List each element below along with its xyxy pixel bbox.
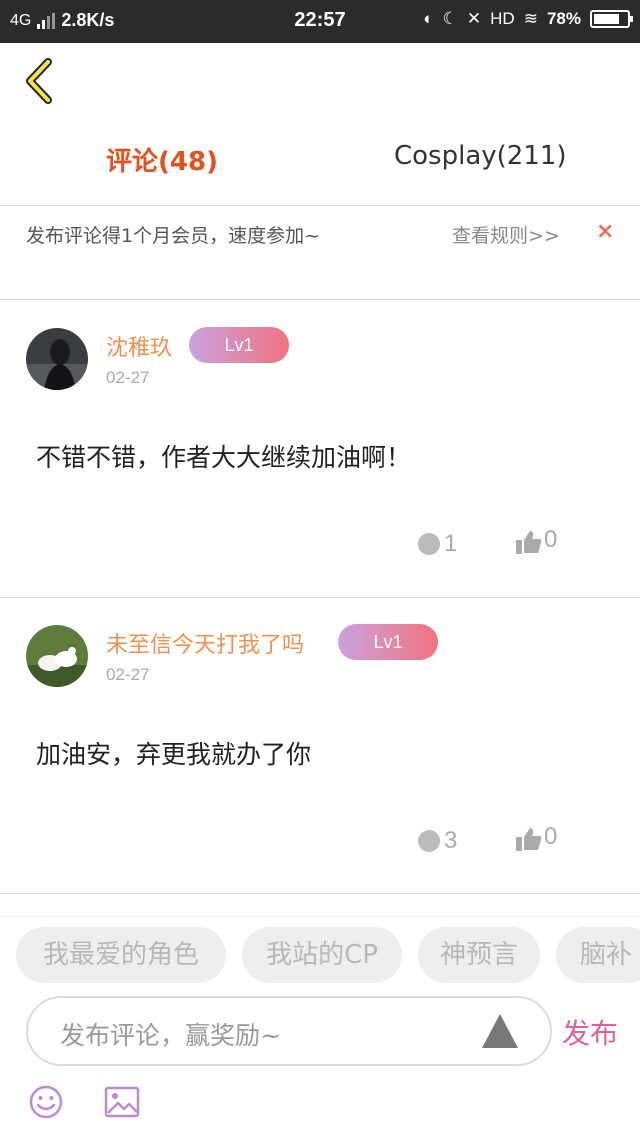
- comment-input[interactable]: 发布评论，赢奖励~: [26, 996, 552, 1066]
- publish-button[interactable]: 发布: [562, 1012, 618, 1052]
- comment-bubble-icon: [418, 830, 440, 852]
- like-button[interactable]: 0: [516, 526, 557, 554]
- quick-tags: 我最爱的角色 我站的CP 神预言 脑补: [0, 927, 640, 985]
- reply-count: 1: [444, 530, 458, 557]
- tab-comments[interactable]: 评论(48): [106, 141, 218, 178]
- like-button[interactable]: 0: [516, 823, 557, 851]
- moon-icon: ☾: [442, 9, 458, 28]
- emoji-icon[interactable]: [28, 1084, 64, 1120]
- quick-tag-chip[interactable]: 神预言: [418, 927, 540, 983]
- triangle-icon[interactable]: [482, 1014, 518, 1048]
- comment-date: 02-27: [106, 665, 150, 684]
- divider: [0, 916, 640, 917]
- battery-icon: [590, 10, 633, 28]
- comment-bubble-icon: [418, 533, 440, 555]
- hd-label: HD: [490, 9, 515, 28]
- reply-button[interactable]: 1: [418, 530, 457, 558]
- like-count: 0: [544, 526, 558, 553]
- comment-date: 02-27: [106, 368, 150, 387]
- thumbs-up-icon: [516, 531, 542, 554]
- comment-text: 加油安，弃更我就办了你: [36, 740, 312, 769]
- quick-tag-chip[interactable]: 我站的CP: [242, 927, 402, 983]
- comment-item: 未至信今天打我了吗 Lv1 02-27 加油安，弃更我就办了你 3 0: [0, 597, 640, 894]
- thumbs-up-icon: [516, 828, 542, 851]
- comment-input-placeholder: 发布评论，赢奖励~: [60, 1021, 281, 1050]
- image-icon[interactable]: [104, 1086, 140, 1118]
- comment-item: 沈稚玖 Lv1 02-27 不错不错，作者大大继续加油啊！ 1 0: [0, 300, 640, 597]
- avatar[interactable]: [26, 328, 88, 390]
- username[interactable]: 未至信今天打我了吗: [106, 627, 304, 659]
- close-icon[interactable]: ×: [596, 219, 614, 244]
- status-bar: 4G 2.8K/s 22:57 ◐ ☾ ✕ HD ≋ 78%: [0, 0, 640, 43]
- like-count: 0: [544, 823, 558, 850]
- quick-tag-chip[interactable]: 我最爱的角色: [16, 927, 226, 983]
- status-right: ◐ ☾ ✕ HD ≋ 78%: [423, 9, 633, 29]
- avatar[interactable]: [26, 625, 88, 687]
- reply-button[interactable]: 3: [418, 827, 457, 855]
- level-badge: Lv1: [189, 327, 289, 363]
- mute-icon: ✕: [466, 9, 482, 28]
- promo-banner: 发布评论得1个月会员，速度参加~ 查看规则>> ×: [0, 207, 640, 299]
- view-rules-link[interactable]: 查看规则>>: [452, 221, 560, 248]
- wifi-icon: ≋: [523, 9, 538, 28]
- promo-text: 发布评论得1个月会员，速度参加~: [26, 225, 321, 247]
- tab-cosplay[interactable]: Cosplay(211): [394, 141, 567, 171]
- chevron-left-icon: [26, 58, 52, 104]
- reply-count: 3: [444, 827, 458, 854]
- comment-text: 不错不错，作者大大继续加油啊！: [36, 443, 412, 472]
- divider: [0, 893, 640, 894]
- battery-percent: 78%: [546, 9, 581, 28]
- divider: [0, 205, 640, 206]
- back-button[interactable]: [22, 58, 62, 104]
- quick-tag-chip[interactable]: 脑补: [556, 927, 640, 983]
- tab-bar: 评论(48) Cosplay(211): [0, 125, 640, 195]
- level-badge: Lv1: [338, 624, 438, 660]
- username[interactable]: 沈稚玖: [106, 330, 172, 362]
- do-not-disturb-icon: ◐: [423, 9, 434, 28]
